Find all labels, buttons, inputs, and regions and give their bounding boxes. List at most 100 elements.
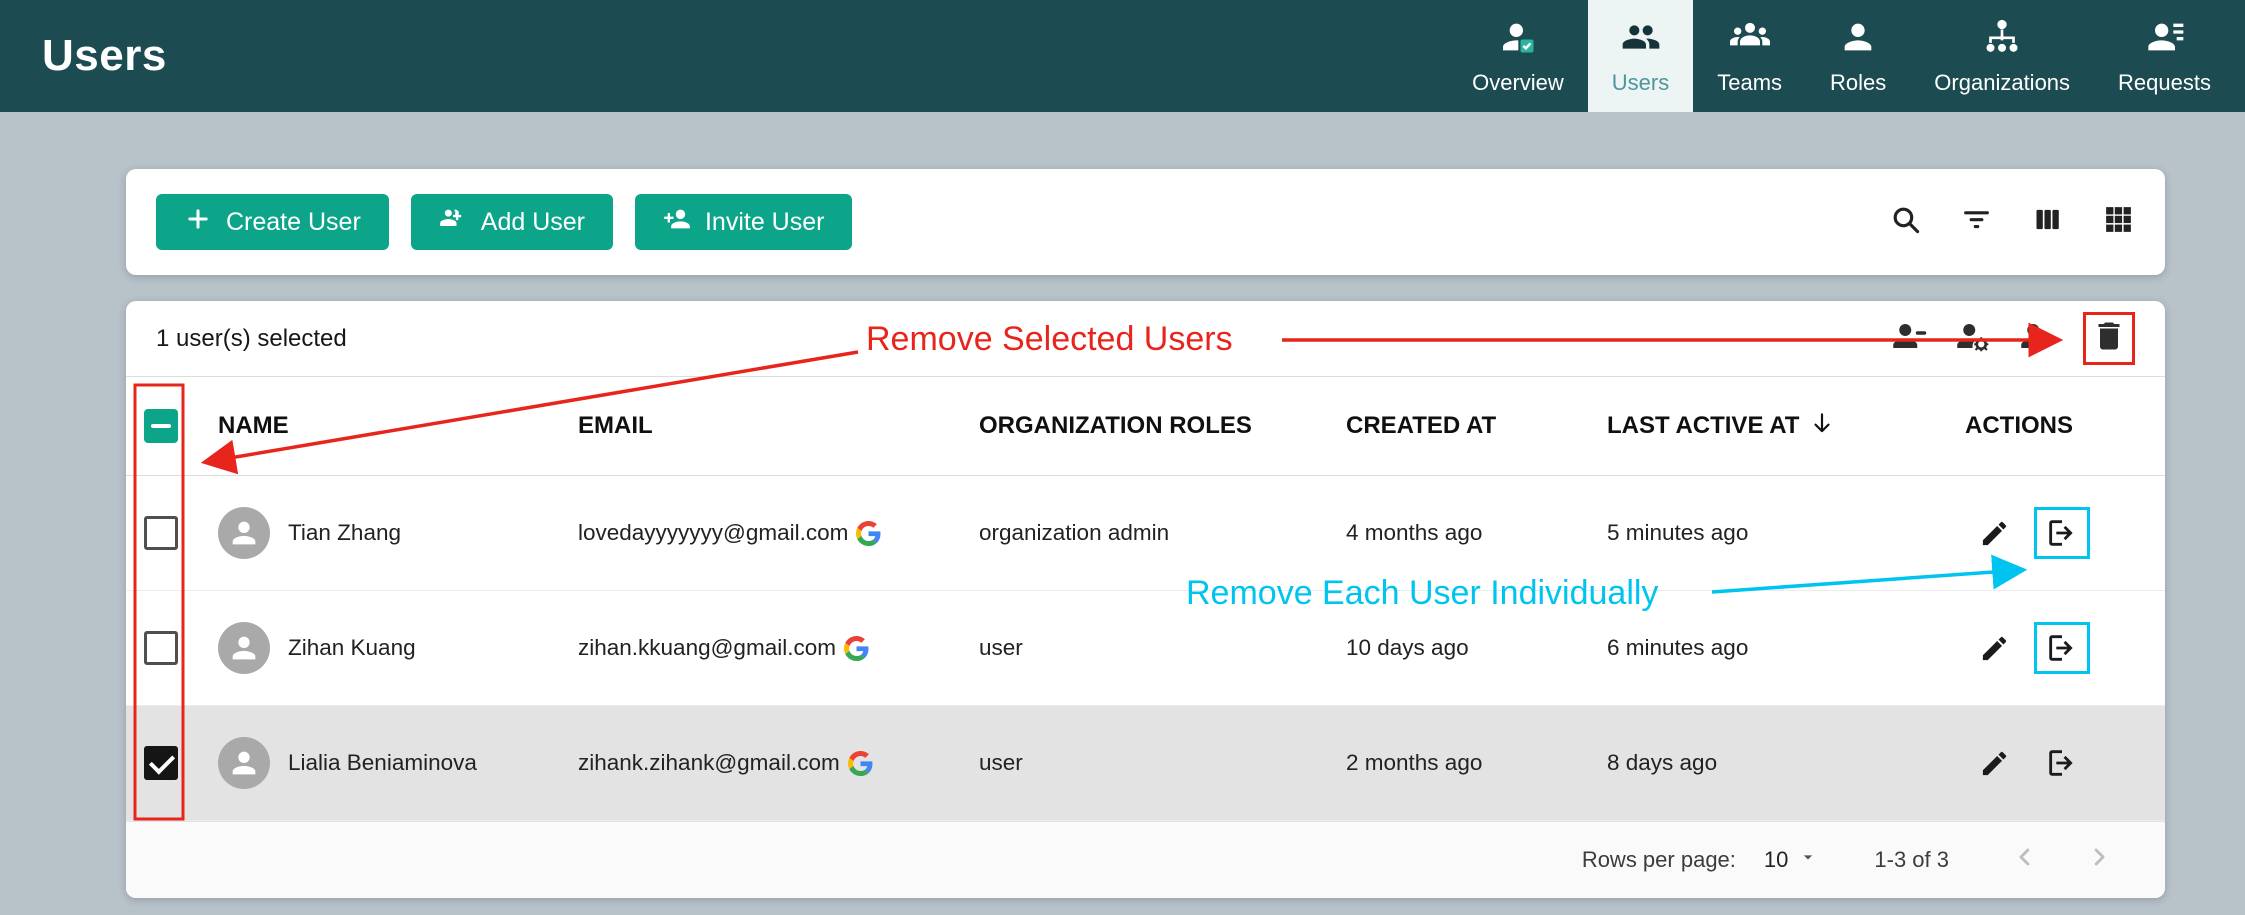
chevron-down-icon	[1798, 847, 1818, 873]
col-header-email[interactable]: EMAIL	[578, 412, 979, 440]
person-request-icon	[2145, 17, 2185, 62]
user-name-cell: Tian Zhang	[196, 507, 578, 559]
nav-label-teams: Teams	[1717, 70, 1782, 96]
selection-actions	[1891, 312, 2135, 365]
person-role-icon	[1838, 17, 1878, 62]
search-icon[interactable]	[1889, 203, 1922, 241]
row-select-cell	[126, 516, 196, 550]
user-name: Zihan Kuang	[288, 635, 416, 661]
user-org-roles: organization admin	[979, 520, 1346, 546]
user-email: zihan.kkuang@gmail.com	[578, 635, 836, 661]
user-email-cell: zihank.zihank@gmail.com	[578, 750, 979, 776]
avatar	[218, 507, 270, 559]
user-email-cell: lovedayyyyyyy@gmail.com	[578, 520, 979, 546]
pager	[2011, 843, 2113, 877]
nav-item-requests[interactable]: Requests	[2094, 0, 2235, 112]
user-org-roles: user	[979, 750, 1346, 776]
remove-user-icon[interactable]	[2045, 516, 2079, 550]
top-nav: Overview Users Teams Roles	[1448, 0, 2245, 112]
nav-label-roles: Roles	[1830, 70, 1886, 96]
user-email-cell: zihan.kkuang@gmail.com	[578, 635, 979, 661]
person-badge-icon	[1498, 17, 1538, 62]
user-name: Lialia Beniaminova	[288, 750, 477, 776]
invite-user-button[interactable]: Invite User	[635, 194, 852, 250]
edit-user-icon[interactable]	[1979, 748, 2010, 779]
remove-user-icon[interactable]	[2045, 746, 2079, 780]
create-user-label: Create User	[226, 208, 361, 237]
select-all-checkbox[interactable]	[144, 409, 178, 443]
people-group-icon	[1730, 17, 1770, 62]
user-email: zihank.zihank@gmail.com	[578, 750, 840, 776]
nav-item-organizations[interactable]: Organizations	[1910, 0, 2094, 112]
nav-item-users[interactable]: Users	[1588, 0, 1693, 112]
table-row: Zihan Kuang zihan.kkuang@gmail.com user …	[126, 591, 2165, 706]
edit-user-icon[interactable]	[1979, 518, 2010, 549]
row-actions-cell	[1965, 737, 2165, 789]
assign-role-badge-icon[interactable]	[2019, 318, 2055, 359]
user-created-at: 10 days ago	[1346, 635, 1607, 661]
nav-item-teams[interactable]: Teams	[1693, 0, 1806, 112]
user-created-at: 4 months ago	[1346, 520, 1607, 546]
create-user-button[interactable]: Create User	[156, 194, 389, 250]
chevron-left-icon[interactable]	[2011, 843, 2039, 877]
rows-per-page-select[interactable]: 10	[1764, 847, 1818, 873]
nav-label-organizations: Organizations	[1934, 70, 2070, 96]
row-checkbox[interactable]	[144, 516, 178, 550]
add-user-label: Add User	[481, 208, 585, 237]
col-header-actions: ACTIONS	[1965, 412, 2165, 440]
nav-label-overview: Overview	[1472, 70, 1564, 96]
nav-item-overview[interactable]: Overview	[1448, 0, 1588, 112]
user-last-active: 5 minutes ago	[1607, 520, 1965, 546]
person-add-icon	[663, 205, 691, 240]
table-row: Tian Zhang lovedayyyyyyy@gmail.com organ…	[126, 476, 2165, 591]
remove-user-annotation-box	[2034, 507, 2090, 559]
user-name: Tian Zhang	[288, 520, 401, 546]
toolbar-card: Create User Add User Invite User	[126, 169, 2165, 275]
grid-view-icon[interactable]	[2102, 203, 2135, 241]
row-checkbox[interactable]	[144, 631, 178, 665]
delete-selected-users-annotation-box	[2083, 312, 2135, 365]
rows-per-page-value: 10	[1764, 847, 1788, 873]
rows-per-page-label: Rows per page:	[1582, 847, 1736, 873]
sort-desc-icon[interactable]	[1809, 410, 1835, 443]
filter-icon[interactable]	[1960, 203, 1993, 241]
google-icon	[848, 751, 873, 776]
manage-user-settings-icon[interactable]	[1955, 318, 1991, 359]
user-name-cell: Lialia Beniaminova	[196, 737, 578, 789]
remove-user-annotation-box	[2034, 622, 2090, 674]
people-icon	[1621, 17, 1661, 62]
row-select-cell	[126, 746, 196, 780]
user-name-cell: Zihan Kuang	[196, 622, 578, 674]
col-header-org-roles[interactable]: ORGANIZATION ROLES	[979, 412, 1346, 440]
col-header-created-at[interactable]: CREATED AT	[1346, 412, 1607, 440]
remove-user-from-team-icon[interactable]	[1891, 318, 1927, 359]
invite-user-label: Invite User	[705, 208, 824, 237]
row-actions-cell	[1965, 622, 2165, 674]
col-header-last-active[interactable]: LAST ACTIVE AT	[1607, 410, 1965, 443]
avatar	[218, 737, 270, 789]
row-checkbox-checked[interactable]	[144, 746, 178, 780]
nav-item-roles[interactable]: Roles	[1806, 0, 1910, 112]
col-header-name[interactable]: NAME	[196, 412, 578, 440]
remove-user-icon[interactable]	[2045, 631, 2079, 665]
add-user-button[interactable]: Add User	[411, 194, 613, 250]
trash-icon[interactable]	[2091, 318, 2127, 359]
page-title: Users	[42, 31, 167, 81]
table-row-selected: Lialia Beniaminova zihank.zihank@gmail.c…	[126, 706, 2165, 821]
row-select-cell	[126, 631, 196, 665]
table-header-row: NAME EMAIL ORGANIZATION ROLES CREATED AT…	[126, 377, 2165, 476]
table-footer: Rows per page: 10 1-3 of 3	[126, 821, 2165, 898]
edit-user-icon[interactable]	[1979, 633, 2010, 664]
user-org-roles: user	[979, 635, 1346, 661]
users-admin-page: Users Overview Users Teams	[0, 0, 2245, 915]
nav-label-requests: Requests	[2118, 70, 2211, 96]
plus-icon	[184, 205, 212, 240]
view-column-icon[interactable]	[2031, 203, 2064, 241]
user-last-active: 8 days ago	[1607, 750, 1965, 776]
users-table-card: 1 user(s) selected	[126, 301, 2165, 898]
col-header-last-active-label: LAST ACTIVE AT	[1607, 412, 1799, 440]
nav-label-users: Users	[1612, 70, 1669, 96]
chevron-right-icon[interactable]	[2085, 843, 2113, 877]
pagination-range: 1-3 of 3	[1874, 847, 1949, 873]
google-icon	[844, 636, 869, 661]
